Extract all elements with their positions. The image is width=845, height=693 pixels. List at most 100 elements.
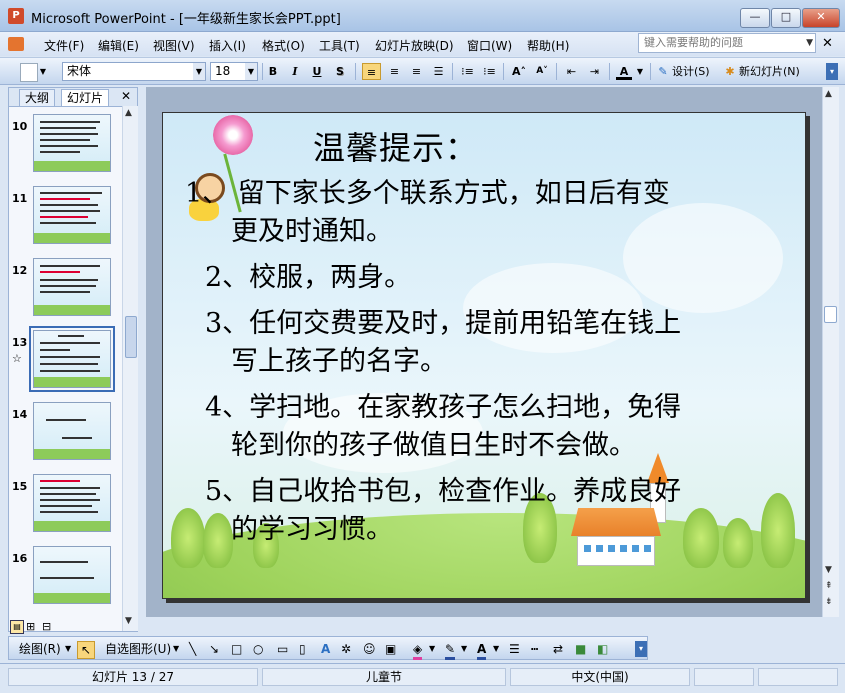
slide-thumbnail-12[interactable] <box>33 258 111 316</box>
editor-scrollbar[interactable]: ▲ ▼ ⇞ ⇟ <box>822 87 839 617</box>
slideshow-icon[interactable]: ⊟ <box>42 620 51 633</box>
close-icon[interactable]: ✕ <box>121 89 131 103</box>
design-button[interactable]: 设计(S) <box>672 63 720 80</box>
fill-color-icon[interactable]: ◈ <box>413 641 423 660</box>
scroll-down-icon[interactable]: ▼ <box>125 616 132 626</box>
3d-style-icon[interactable]: ◧ <box>597 641 608 657</box>
tip-line-1[interactable]: 1、 留下家长多个联系方式，如日后有变 <box>185 175 670 213</box>
tab-outline[interactable]: 大纲 <box>19 89 56 106</box>
decrease-font-icon[interactable]: A˅ <box>533 63 551 80</box>
chevron-down-icon[interactable]: ▼ <box>65 641 71 657</box>
tip-line-2[interactable]: 2、校服，两身。 <box>205 259 411 297</box>
diagram-icon[interactable]: ✲ <box>341 641 351 657</box>
font-name-select[interactable]: 宋体 ▼ <box>62 62 206 81</box>
document-icon[interactable] <box>8 37 24 51</box>
slide-thumbnail-15[interactable] <box>33 474 111 532</box>
new-slide-button[interactable]: 新幻灯片(N) <box>739 63 811 80</box>
tip-line-5[interactable]: 5、自己收拾书包，检查作业。养成良好 <box>205 473 681 511</box>
chevron-down-icon[interactable]: ▼ <box>173 641 179 657</box>
tab-slides[interactable]: 幻灯片 <box>61 89 110 106</box>
scroll-thumb[interactable] <box>125 316 137 358</box>
chevron-down-icon[interactable]: ▼ <box>193 63 205 80</box>
shadow-style-icon[interactable]: ■ <box>575 641 586 657</box>
textbox-tool-icon[interactable]: ▭ <box>277 641 288 657</box>
slide-thumbnail-10[interactable] <box>33 114 111 172</box>
slide-thumbnail-14[interactable] <box>33 402 111 460</box>
slide-title[interactable]: 温馨提示： <box>313 123 478 169</box>
picture-icon[interactable]: ▣ <box>385 641 396 657</box>
menu-view[interactable]: 视图(V) <box>153 37 195 54</box>
document-close-button[interactable]: ✕ <box>822 36 833 51</box>
rectangle-tool-icon[interactable]: □ <box>231 641 242 657</box>
line-color-icon[interactable]: ✎ <box>445 641 456 660</box>
minimize-button[interactable]: — <box>740 8 770 28</box>
tip-line-4[interactable]: 4、学扫地。在家教孩子怎么扫地，免得 <box>205 389 681 427</box>
font-color-button[interactable]: A <box>616 63 632 80</box>
scroll-thumb[interactable] <box>824 306 837 323</box>
previous-slide-icon[interactable]: ⇞ <box>825 581 833 591</box>
chevron-down-icon[interactable]: ▼ <box>461 641 467 657</box>
align-center-icon[interactable]: ≡ <box>386 63 403 80</box>
chevron-down-icon[interactable]: ▼ <box>245 63 257 80</box>
help-search-input[interactable]: 键入需要帮助的问题 ▼ <box>638 33 816 53</box>
underline-button[interactable]: U <box>310 63 324 80</box>
slide-thumbnail-16[interactable] <box>33 546 111 604</box>
line-style-icon[interactable]: ☰ <box>509 641 520 657</box>
arrow-style-icon[interactable]: ⇄ <box>553 641 563 657</box>
tip-line-1-cont[interactable]: 更及时通知。 <box>231 213 393 251</box>
dash-style-icon[interactable]: ┅ <box>531 641 538 657</box>
bold-button[interactable]: B <box>266 63 280 80</box>
menu-slideshow[interactable]: 幻灯片放映(D) <box>375 37 454 54</box>
select-pointer-icon[interactable]: ↖ <box>77 641 95 659</box>
draw-menu-button[interactable]: 绘图(R) <box>19 641 61 657</box>
numbering-icon[interactable]: ⁝≡ <box>459 63 476 80</box>
chevron-down-icon[interactable]: ▼ <box>493 641 499 657</box>
menu-insert[interactable]: 插入(I) <box>209 37 246 54</box>
chevron-down-icon[interactable]: ▼ <box>429 641 435 657</box>
increase-indent-icon[interactable]: ⇥ <box>586 63 603 80</box>
close-button[interactable]: ✕ <box>802 8 840 28</box>
increase-font-icon[interactable]: A˄ <box>510 63 528 80</box>
new-document-icon[interactable] <box>20 63 38 82</box>
font-size-select[interactable]: 18 ▼ <box>210 62 258 81</box>
shadow-button[interactable]: S <box>333 63 347 80</box>
scroll-up-icon[interactable]: ▲ <box>125 108 132 118</box>
clipart-icon[interactable]: ☺ <box>363 641 376 657</box>
slide-thumbnail-11[interactable] <box>33 186 111 244</box>
slide-canvas[interactable]: 温馨提示： 1、 留下家长多个联系方式，如日后有变 更及时通知。 2、校服，两身… <box>162 112 806 599</box>
autoshapes-button[interactable]: 自选图形(U) <box>105 641 171 657</box>
wordart-icon[interactable]: A <box>321 641 330 657</box>
font-color-draw-icon[interactable]: A <box>477 641 487 660</box>
toolbar-options-icon[interactable]: ▾ <box>635 641 647 657</box>
decrease-indent-icon[interactable]: ⇤ <box>563 63 580 80</box>
line-tool-icon[interactable]: ╲ <box>189 641 196 657</box>
menu-window[interactable]: 窗口(W) <box>467 37 512 54</box>
menu-edit[interactable]: 编辑(E) <box>98 37 139 54</box>
scroll-up-icon[interactable]: ▲ <box>825 89 832 99</box>
maximize-button[interactable]: □ <box>771 8 801 28</box>
powerpoint-app-icon[interactable]: P <box>8 8 24 24</box>
toolbar-options-icon[interactable]: ▾ <box>826 63 838 80</box>
tip-line-3[interactable]: 3、任何交费要及时，提前用铅笔在钱上 <box>205 305 681 343</box>
menu-help[interactable]: 帮助(H) <box>527 37 569 54</box>
tip-line-4-cont[interactable]: 轮到你的孩子做值日生时不会做。 <box>231 427 636 465</box>
slides-pane-scrollbar[interactable]: ▲ ▼ <box>122 106 138 631</box>
oval-tool-icon[interactable]: ○ <box>253 641 263 657</box>
scroll-down-icon[interactable]: ▼ <box>825 565 832 575</box>
align-right-icon[interactable]: ≡ <box>408 63 425 80</box>
menu-file[interactable]: 文件(F) <box>44 37 84 54</box>
chevron-down-icon[interactable]: ▼ <box>806 34 813 52</box>
menu-tools[interactable]: 工具(T) <box>319 37 360 54</box>
chevron-down-icon[interactable]: ▼ <box>636 63 644 80</box>
align-left-icon[interactable]: ≡ <box>362 63 381 80</box>
bullets-icon[interactable]: ⁝≡ <box>481 63 498 80</box>
slide-thumbnail-13[interactable] <box>29 326 115 392</box>
tip-line-3-cont[interactable]: 写上孩子的名字。 <box>231 343 447 381</box>
normal-view-icon[interactable]: ▤ <box>10 620 24 634</box>
menu-format[interactable]: 格式(O) <box>262 37 305 54</box>
arrow-tool-icon[interactable]: ↘ <box>209 641 219 657</box>
distribute-icon[interactable]: ☰ <box>430 63 447 80</box>
tip-line-5-cont[interactable]: 的学习习惯。 <box>231 511 393 549</box>
next-slide-icon[interactable]: ⇟ <box>825 597 833 607</box>
chevron-down-icon[interactable]: ▼ <box>39 63 47 80</box>
